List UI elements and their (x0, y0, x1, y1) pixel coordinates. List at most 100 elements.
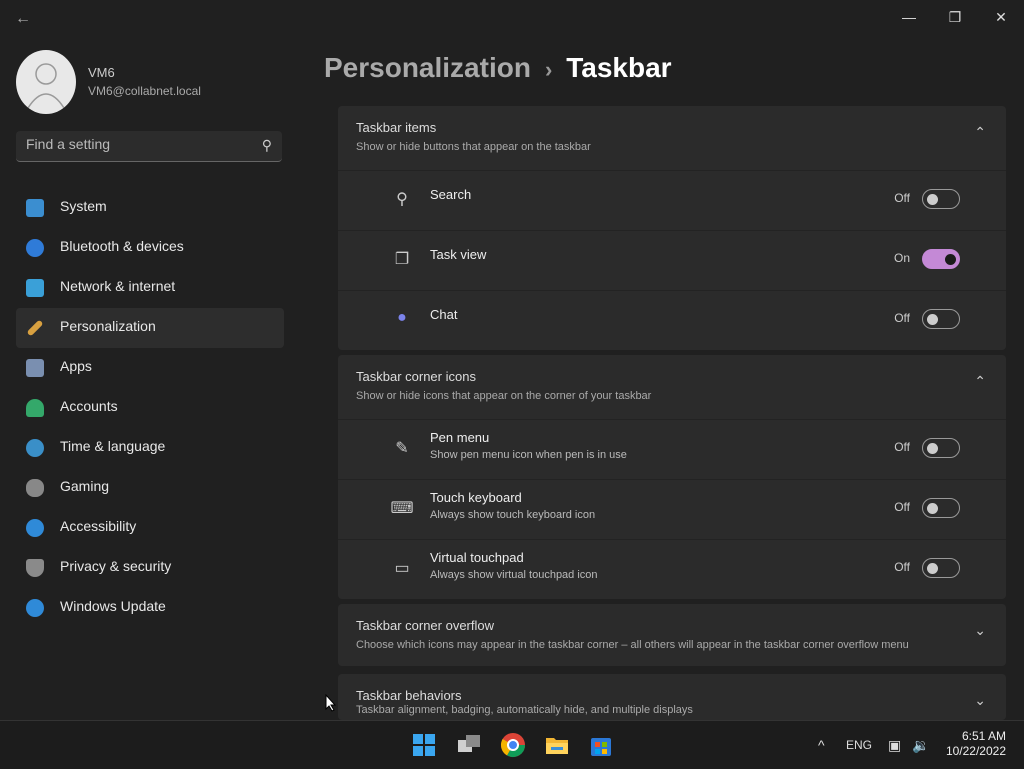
store-icon[interactable] (587, 731, 615, 759)
sidebar-item-label: Windows Update (60, 598, 166, 614)
mouse-cursor-icon (325, 694, 337, 712)
toggle-knob (927, 314, 938, 325)
toggle-knob (927, 194, 938, 205)
system-icon (26, 199, 44, 217)
shield-icon (26, 559, 44, 577)
content-pane: Personalization › Taskbar Taskbar items Sh… (322, 40, 1014, 720)
chevron-down-icon[interactable]: ⌄ (974, 692, 986, 709)
gamepad-icon (26, 479, 44, 497)
setting-description: Always show virtual touchpad icon (430, 569, 598, 581)
sidebar-nav: System Bluetooth & devices Network & int… (16, 188, 284, 628)
sidebar-item-label: Personalization (60, 318, 156, 334)
sidebar-item-apps[interactable]: Apps (16, 348, 284, 388)
search-placeholder: Find a setting (26, 136, 111, 152)
taskbar-behaviors-section[interactable]: Taskbar behaviors Taskbar alignment, bad… (338, 674, 1006, 720)
task-view-icon: ❐ (394, 251, 410, 268)
close-button[interactable]: ✕ (978, 4, 1024, 30)
section-title: Taskbar behaviors (356, 688, 462, 703)
toggle-state: Off (894, 440, 910, 454)
taskbar-items-section: Taskbar items Show or hide buttons that … (338, 106, 1006, 350)
touchpad-icon: ▭ (394, 560, 410, 577)
chevron-up-icon[interactable]: ⌃ (974, 124, 986, 141)
setting-description: Always show touch keyboard icon (430, 509, 596, 521)
language-indicator[interactable]: ENG (846, 721, 872, 769)
section-description: Choose which icons may appear in the tas… (356, 639, 909, 651)
breadcrumb: Personalization › Taskbar (324, 52, 672, 84)
sidebar-item-gaming[interactable]: Gaming (16, 468, 284, 508)
setting-row-pen-menu: ✎ Pen menu Show pen menu icon when pen i… (338, 419, 1006, 479)
minimize-button[interactable]: — (886, 4, 932, 30)
file-explorer-icon[interactable] (543, 731, 571, 759)
taskbar-corner-icons-header[interactable]: Taskbar corner icons Show or hide icons … (338, 355, 1006, 419)
sidebar-item-label: Accessibility (60, 518, 137, 534)
taskbar: ^ ENG ▣ 🔉 6:51 AM 10/22/2022 (0, 720, 1024, 769)
sidebar-item-network[interactable]: Network & internet (16, 268, 284, 308)
setting-label: Touch keyboard (430, 490, 522, 505)
bluetooth-icon (26, 239, 44, 257)
chat-icon: ● (397, 309, 407, 326)
start-icon[interactable] (410, 731, 438, 759)
search-input[interactable]: Find a setting ⚲ (16, 131, 282, 162)
setting-row-search: ⚲ Search Off (338, 170, 1006, 230)
page-title: Taskbar (566, 52, 672, 83)
search-icon: ⚲ (261, 137, 272, 153)
setting-label: Task view (430, 247, 487, 262)
user-email: VM6@collabnet.local (88, 84, 201, 98)
virtual-touchpad-toggle[interactable] (922, 558, 960, 578)
sidebar-item-accessibility[interactable]: Accessibility (16, 508, 284, 548)
avatar[interactable] (16, 50, 76, 114)
person-icon (26, 399, 44, 417)
network-icon[interactable]: ▣ (888, 721, 901, 769)
section-title: Taskbar corner overflow (356, 618, 494, 633)
setting-label: Pen menu (430, 430, 490, 445)
accessibility-icon (26, 519, 44, 537)
clock-date: 10/22/2022 (945, 744, 1006, 758)
sidebar-item-label: Gaming (60, 478, 110, 494)
brush-icon (26, 319, 44, 337)
chevron-down-icon[interactable]: ⌄ (974, 622, 986, 639)
breadcrumb-parent[interactable]: Personalization (324, 52, 531, 83)
sidebar-item-label: Accounts (60, 398, 118, 414)
sidebar-item-bluetooth[interactable]: Bluetooth & devices (16, 228, 284, 268)
user-name: VM6 (88, 65, 115, 80)
taskbar-corner-icons-section: Taskbar corner icons Show or hide icons … (338, 355, 1006, 599)
toggle-knob (945, 254, 956, 265)
sidebar-item-accounts[interactable]: Accounts (16, 388, 284, 428)
sidebar-item-windows-update[interactable]: Windows Update (16, 588, 284, 628)
search-toggle[interactable] (922, 189, 960, 209)
touch-keyboard-toggle[interactable] (922, 498, 960, 518)
sidebar-item-time-language[interactable]: Time & language (16, 428, 284, 468)
chat-toggle[interactable] (922, 309, 960, 329)
sidebar-item-label: Apps (60, 358, 92, 374)
apps-icon (26, 359, 44, 377)
setting-description: Show pen menu icon when pen is in use (430, 449, 627, 461)
setting-label: Search (430, 187, 472, 202)
volume-icon[interactable]: 🔉 (912, 721, 929, 769)
toggle-knob (927, 563, 938, 574)
toggle-state: Off (894, 560, 910, 574)
sidebar-item-label: System (60, 198, 107, 214)
keyboard-icon: ⌨ (390, 500, 414, 517)
toggle-knob (927, 443, 938, 454)
back-arrow-icon[interactable]: ← (12, 8, 34, 30)
section-description: Show or hide icons that appear on the co… (356, 390, 652, 402)
task-view-icon[interactable] (455, 731, 483, 759)
sidebar-item-personalization[interactable]: Personalization (16, 308, 284, 348)
toggle-state: Off (894, 191, 910, 205)
sidebar-item-system[interactable]: System (16, 188, 284, 228)
user-icon (27, 63, 65, 109)
taskbar-corner-overflow-section[interactable]: Taskbar corner overflow Choose which ico… (338, 604, 1006, 666)
chrome-icon[interactable] (499, 731, 527, 759)
setting-row-task-view: ❐ Task view On (338, 230, 1006, 290)
sidebar-item-privacy[interactable]: Privacy & security (16, 548, 284, 588)
clock[interactable]: 6:51 AM 10/22/2022 (946, 729, 1006, 759)
chevron-up-icon[interactable]: ⌃ (974, 373, 986, 390)
settings-window: ← — ❐ ✕ VM6 VM6@collabnet.local Find a s… (0, 0, 1024, 720)
setting-label: Virtual touchpad (430, 550, 524, 565)
breadcrumb-separator: › (544, 57, 553, 82)
taskbar-items-header[interactable]: Taskbar items Show or hide buttons that … (338, 106, 1006, 170)
maximize-button[interactable]: ❐ (932, 4, 978, 30)
task-view-toggle[interactable] (922, 249, 960, 269)
pen-menu-toggle[interactable] (922, 438, 960, 458)
tray-chevron-icon[interactable]: ^ (818, 721, 825, 769)
